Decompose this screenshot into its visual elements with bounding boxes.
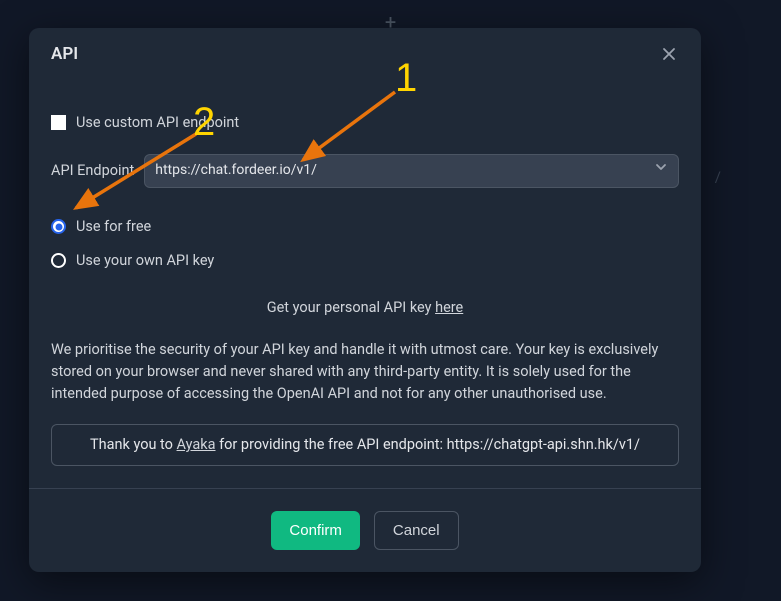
annotation-number-1: 1 [395, 56, 417, 101]
use-own-key-label: Use your own API key [76, 250, 214, 272]
use-own-key-radio[interactable] [51, 253, 66, 268]
use-for-free-radio[interactable] [51, 219, 66, 234]
get-key-link[interactable]: here [435, 299, 463, 316]
thanks-box: Thank you to Ayaka for providing the fre… [51, 424, 679, 466]
api-endpoint-value: https://chat.fordeer.io/v1/ [155, 160, 317, 181]
api-modal: API Use custom API endpoint API Endpoint… [29, 28, 701, 572]
annotation-number-2: 2 [193, 100, 215, 145]
close-icon[interactable] [659, 44, 679, 64]
cancel-button[interactable]: Cancel [374, 511, 459, 550]
api-endpoint-select[interactable]: https://chat.fordeer.io/v1/ [144, 154, 679, 188]
background-fragment: / [715, 168, 721, 186]
ayaka-link[interactable]: Ayaka [177, 436, 216, 453]
modal-title: API [51, 44, 78, 64]
chevron-down-icon [654, 160, 668, 181]
get-key-text: Get your personal API key here [51, 297, 679, 319]
use-custom-endpoint-checkbox[interactable] [51, 115, 66, 130]
api-endpoint-label: API Endpoint [51, 160, 134, 182]
use-for-free-label: Use for free [76, 216, 151, 238]
confirm-button[interactable]: Confirm [271, 511, 360, 550]
security-description: We prioritise the security of your API k… [51, 339, 679, 404]
